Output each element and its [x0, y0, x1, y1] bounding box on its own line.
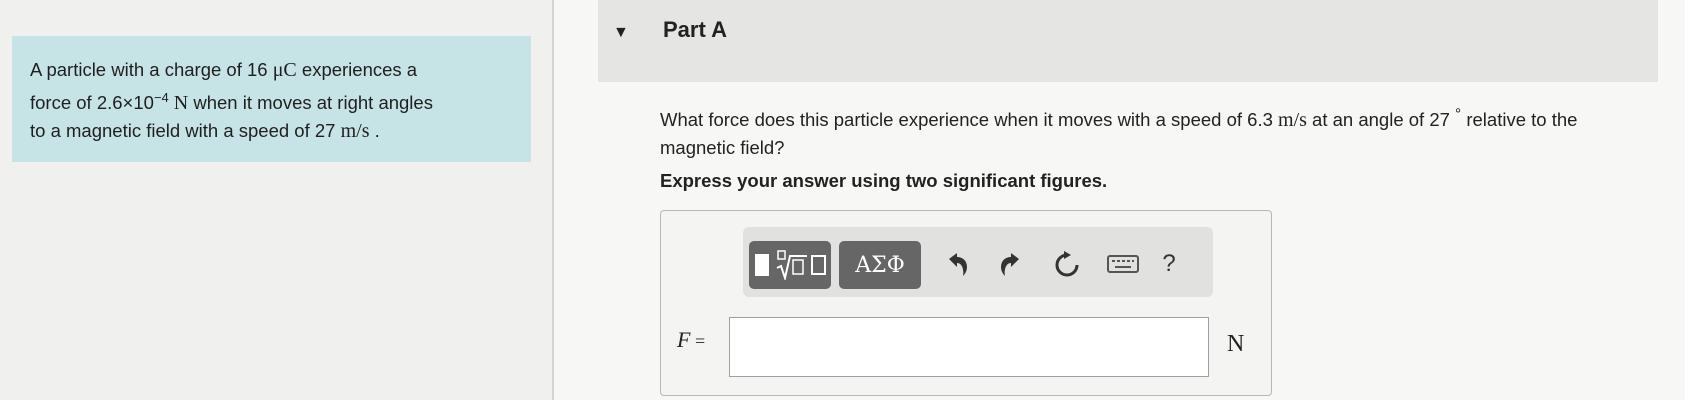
problem-statement: A particle with a charge of 16 μC experi…	[12, 36, 531, 162]
question-text-segment: at an angle of 27	[1306, 109, 1456, 131]
question-text-segment: What force does this particle experience…	[660, 109, 1279, 131]
template-block-icon	[754, 254, 769, 276]
answer-box: ΑΣΦ ? F = N	[660, 210, 1272, 396]
problem-text: A particle with a charge of 16	[30, 59, 273, 80]
speed-unit: m/s	[340, 120, 370, 143]
problem-pane: A particle with a charge of 16 μC experi…	[0, 0, 552, 400]
answer-unit: N	[1227, 331, 1245, 357]
answer-variable: F	[677, 327, 691, 352]
answer-input[interactable]	[729, 317, 1209, 377]
undo-icon[interactable]	[939, 246, 975, 282]
part-header[interactable]	[598, 0, 1658, 82]
charge-unit: μC	[272, 59, 297, 81]
problem-text: when it moves at right angles	[188, 92, 433, 114]
collapse-caret-icon[interactable]: ▼	[613, 24, 629, 42]
templates-button[interactable]	[749, 241, 831, 289]
problem-text: force of 2.6×10	[30, 92, 154, 114]
keyboard-icon[interactable]	[1105, 246, 1141, 282]
greek-symbols-button[interactable]: ΑΣΦ	[839, 241, 921, 289]
problem-line-3: to a magnetic field with a speed of 27 m…	[30, 117, 513, 145]
force-exponent: −4	[153, 90, 169, 105]
answer-instruction: Express your answer using two significan…	[660, 170, 1108, 191]
problem-text: experiences a	[296, 59, 418, 80]
force-unit: N	[168, 92, 189, 115]
speed-unit: m/s	[1278, 109, 1307, 132]
redo-icon[interactable]	[993, 246, 1029, 282]
part-title[interactable]: Part A	[663, 17, 727, 43]
problem-text: to a magnetic field with a speed of 27	[30, 120, 341, 142]
radical-icon	[776, 250, 807, 280]
reset-icon[interactable]	[1049, 246, 1085, 282]
problem-line-2: force of 2.6×10−4 N when it moves at rig…	[30, 84, 513, 117]
math-toolbar: ΑΣΦ ?	[743, 227, 1213, 297]
problem-line-1: A particle with a charge of 16 μC experi…	[30, 56, 513, 84]
help-button[interactable]: ?	[1151, 246, 1187, 282]
problem-text: .	[369, 120, 380, 142]
answer-variable-label: F =	[677, 327, 705, 353]
equals-sign: =	[690, 331, 706, 351]
question-text: What force does this particle experience…	[660, 101, 1650, 161]
template-slot-icon	[810, 255, 826, 275]
